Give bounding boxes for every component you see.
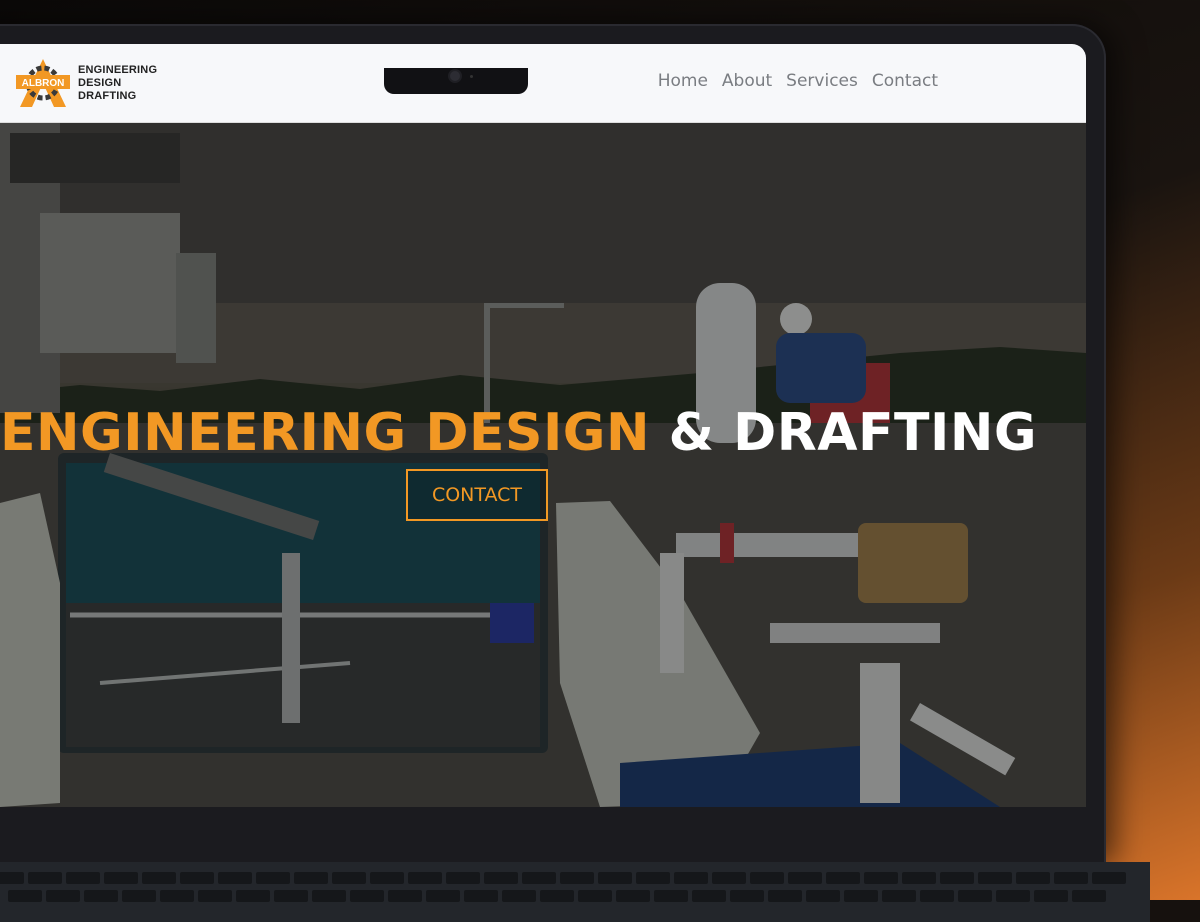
hero-title-rest: & DRAFTING — [668, 403, 1038, 463]
hero-section: ENGINEERING DESIGN & DRAFTING CONTACT — [0, 123, 1086, 807]
hero-title-accent: ENGINEERING DESIGN — [0, 403, 651, 463]
main-nav: Home About Services Contact — [658, 71, 938, 91]
keyboard-row — [8, 890, 1106, 902]
logo[interactable]: ALBRON ENGINEERING DESIGN DRAFTING — [14, 55, 164, 111]
logo-wordmark: ENGINEERING DESIGN DRAFTING — [78, 64, 157, 103]
nav-services[interactable]: Services — [786, 71, 858, 91]
nav-home[interactable]: Home — [658, 71, 708, 91]
nav-about[interactable]: About — [722, 71, 772, 91]
logo-line: DRAFTING — [78, 90, 137, 102]
albron-logo-icon: ALBRON — [16, 59, 70, 107]
hero-dark-overlay — [0, 123, 1086, 807]
camera-icon — [450, 71, 460, 81]
logo-line: ENGINEERING — [78, 64, 158, 76]
keyboard-row — [0, 872, 1126, 884]
logo-mark-text: ALBRON — [22, 78, 65, 89]
laptop-keyboard — [0, 862, 1150, 922]
camera-indicator — [470, 75, 473, 78]
laptop-screen: ALBRON ENGINEERING DESIGN DRAFTING Home … — [0, 44, 1086, 807]
contact-button[interactable]: CONTACT — [406, 469, 548, 521]
webcam-notch — [384, 68, 528, 94]
hero-title: ENGINEERING DESIGN & DRAFTING — [0, 403, 1037, 463]
logo-line: DESIGN — [78, 77, 122, 89]
nav-contact[interactable]: Contact — [872, 71, 938, 91]
navbar: ALBRON ENGINEERING DESIGN DRAFTING Home … — [0, 44, 1086, 123]
